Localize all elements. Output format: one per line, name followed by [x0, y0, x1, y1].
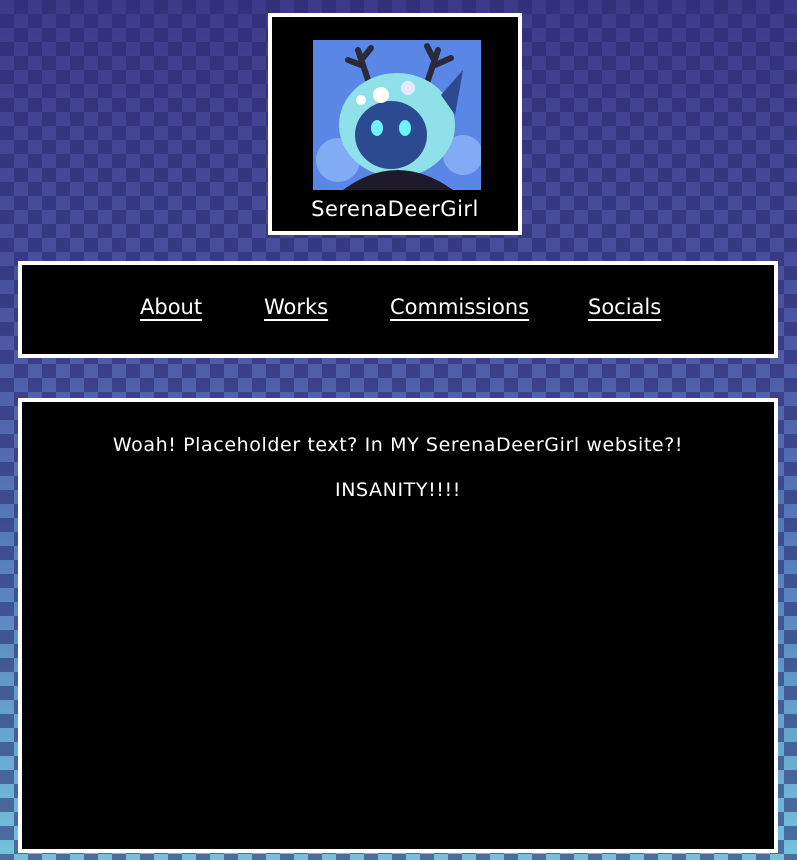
placeholder-text: Woah! Placeholder text? In MY SerenaDeer… [112, 434, 684, 456]
main-nav: About Works Commissions Socials [18, 261, 778, 358]
content-panel: Woah! Placeholder text? In MY SerenaDeer… [18, 398, 778, 853]
deer-girl-avatar-icon [313, 40, 481, 190]
nav-link-socials[interactable]: Socials [588, 295, 661, 319]
nav-link-commissions[interactable]: Commissions [390, 295, 529, 319]
site-title: SerenaDeerGirl [311, 197, 479, 221]
site-header: SerenaDeerGirl [268, 13, 522, 235]
insanity-text: INSANITY!!!! [335, 479, 461, 501]
avatar [313, 40, 481, 190]
nav-link-works[interactable]: Works [264, 295, 328, 319]
nav-link-about[interactable]: About [140, 295, 202, 319]
